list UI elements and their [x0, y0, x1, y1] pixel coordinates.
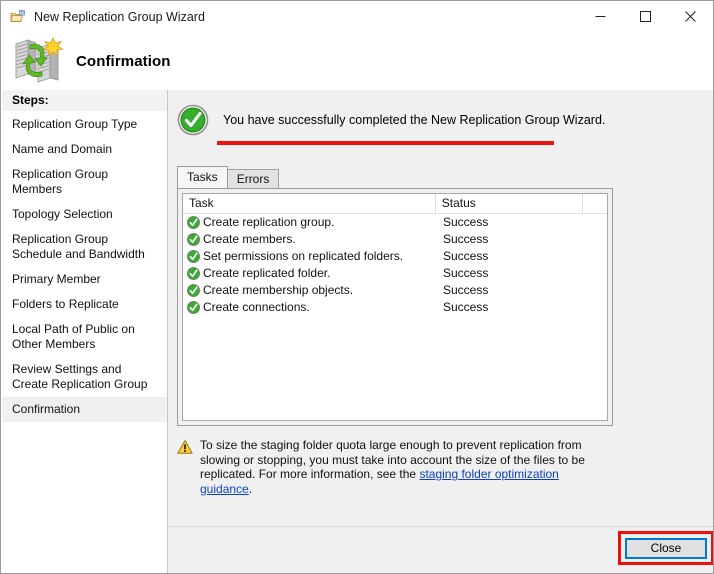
task-label: Create replication group.: [203, 215, 335, 229]
table-row[interactable]: Create replication group. Success: [183, 214, 607, 231]
replication-folder-icon: [10, 9, 26, 25]
maximize-button[interactable]: [623, 2, 668, 32]
content-pane: You have successfully completed the New …: [168, 90, 713, 573]
note-text: To size the staging folder quota large e…: [200, 438, 607, 496]
sidebar-item-local-path-of-public-on-other-members[interactable]: Local Path of Public on Other Members: [2, 317, 167, 357]
note-text-after: .: [248, 481, 253, 496]
wizard-window: New Replication Group Wizard Confirmatio…: [0, 0, 714, 574]
page-title: Confirmation: [76, 52, 171, 70]
success-message: You have successfully completed the New …: [223, 113, 606, 127]
tab-tasks[interactable]: Tasks: [177, 166, 228, 188]
sidebar-item-replication-group-members[interactable]: Replication Group Members: [2, 162, 167, 202]
green-check-circle-icon: [177, 104, 209, 136]
green-check-icon: [187, 267, 200, 280]
column-header-task[interactable]: Task: [183, 194, 436, 213]
sidebar-item-topology-selection[interactable]: Topology Selection: [2, 202, 167, 227]
task-cell: Create membership objects.: [183, 282, 437, 299]
sidebar-item-replication-group-schedule-and-bandwidth[interactable]: Replication Group Schedule and Bandwidth: [2, 227, 167, 267]
task-cell: Create replication group.: [183, 214, 437, 231]
green-check-icon: [187, 233, 200, 246]
status-cell: Success: [443, 249, 489, 263]
task-label: Create membership objects.: [203, 283, 354, 297]
warning-triangle-icon: [176, 439, 194, 455]
steps-sidebar: Steps: Replication Group Type Name and D…: [2, 90, 168, 573]
footer-bar: Close: [168, 526, 713, 573]
column-header-extra[interactable]: [583, 194, 607, 213]
task-cell: Create members.: [183, 231, 437, 248]
window-title: New Replication Group Wizard: [34, 9, 205, 24]
task-label: Create members.: [203, 232, 296, 246]
table-row[interactable]: Create membership objects. Success: [183, 282, 607, 299]
task-label: Set permissions on replicated folders.: [203, 249, 404, 263]
column-header-status[interactable]: Status: [436, 194, 584, 213]
tasks-tab-panel: Task Status Create replication group. Su…: [177, 188, 613, 426]
green-check-icon: [187, 216, 200, 229]
status-cell: Success: [443, 300, 489, 314]
status-cell: Success: [443, 232, 489, 246]
minimize-button[interactable]: [578, 2, 623, 32]
close-window-button[interactable]: [668, 2, 713, 32]
status-cell: Success: [443, 266, 489, 280]
staging-folder-note: To size the staging folder quota large e…: [176, 438, 607, 496]
page-header: Confirmation: [2, 32, 713, 90]
sidebar-item-confirmation[interactable]: Confirmation: [2, 397, 167, 422]
green-check-icon: [187, 250, 200, 263]
success-message-highlight: [217, 141, 554, 145]
tab-strip: Tasks Errors: [177, 166, 280, 188]
tasks-list-view[interactable]: Task Status Create replication group. Su…: [182, 193, 608, 421]
task-label: Create replicated folder.: [203, 266, 331, 280]
task-cell: Create connections.: [183, 299, 437, 316]
green-check-icon: [187, 284, 200, 297]
sidebar-item-name-and-domain[interactable]: Name and Domain: [2, 137, 167, 162]
title-bar: New Replication Group Wizard: [1, 1, 713, 32]
close-button[interactable]: Close: [625, 538, 707, 559]
table-row[interactable]: Create members. Success: [183, 231, 607, 248]
green-check-icon: [187, 301, 200, 314]
sidebar-item-folders-to-replicate[interactable]: Folders to Replicate: [2, 292, 167, 317]
success-banner: You have successfully completed the New …: [177, 104, 605, 136]
task-cell: Set permissions on replicated folders.: [183, 248, 437, 265]
sidebar-item-replication-group-type[interactable]: Replication Group Type: [2, 112, 167, 137]
sidebar-item-primary-member[interactable]: Primary Member: [2, 267, 167, 292]
tab-errors[interactable]: Errors: [226, 169, 280, 188]
task-label: Create connections.: [203, 300, 310, 314]
status-cell: Success: [443, 283, 489, 297]
table-row[interactable]: Create replicated folder. Success: [183, 265, 607, 282]
steps-heading: Steps:: [2, 90, 167, 112]
table-row[interactable]: Set permissions on replicated folders. S…: [183, 248, 607, 265]
status-cell: Success: [443, 215, 489, 229]
tasks-list-header: Task Status: [183, 194, 607, 214]
sidebar-item-review-settings-and-create-replication-group[interactable]: Review Settings and Create Replication G…: [2, 357, 167, 397]
task-cell: Create replicated folder.: [183, 265, 437, 282]
replication-servers-icon: [12, 36, 64, 86]
table-row[interactable]: Create connections. Success: [183, 299, 607, 316]
